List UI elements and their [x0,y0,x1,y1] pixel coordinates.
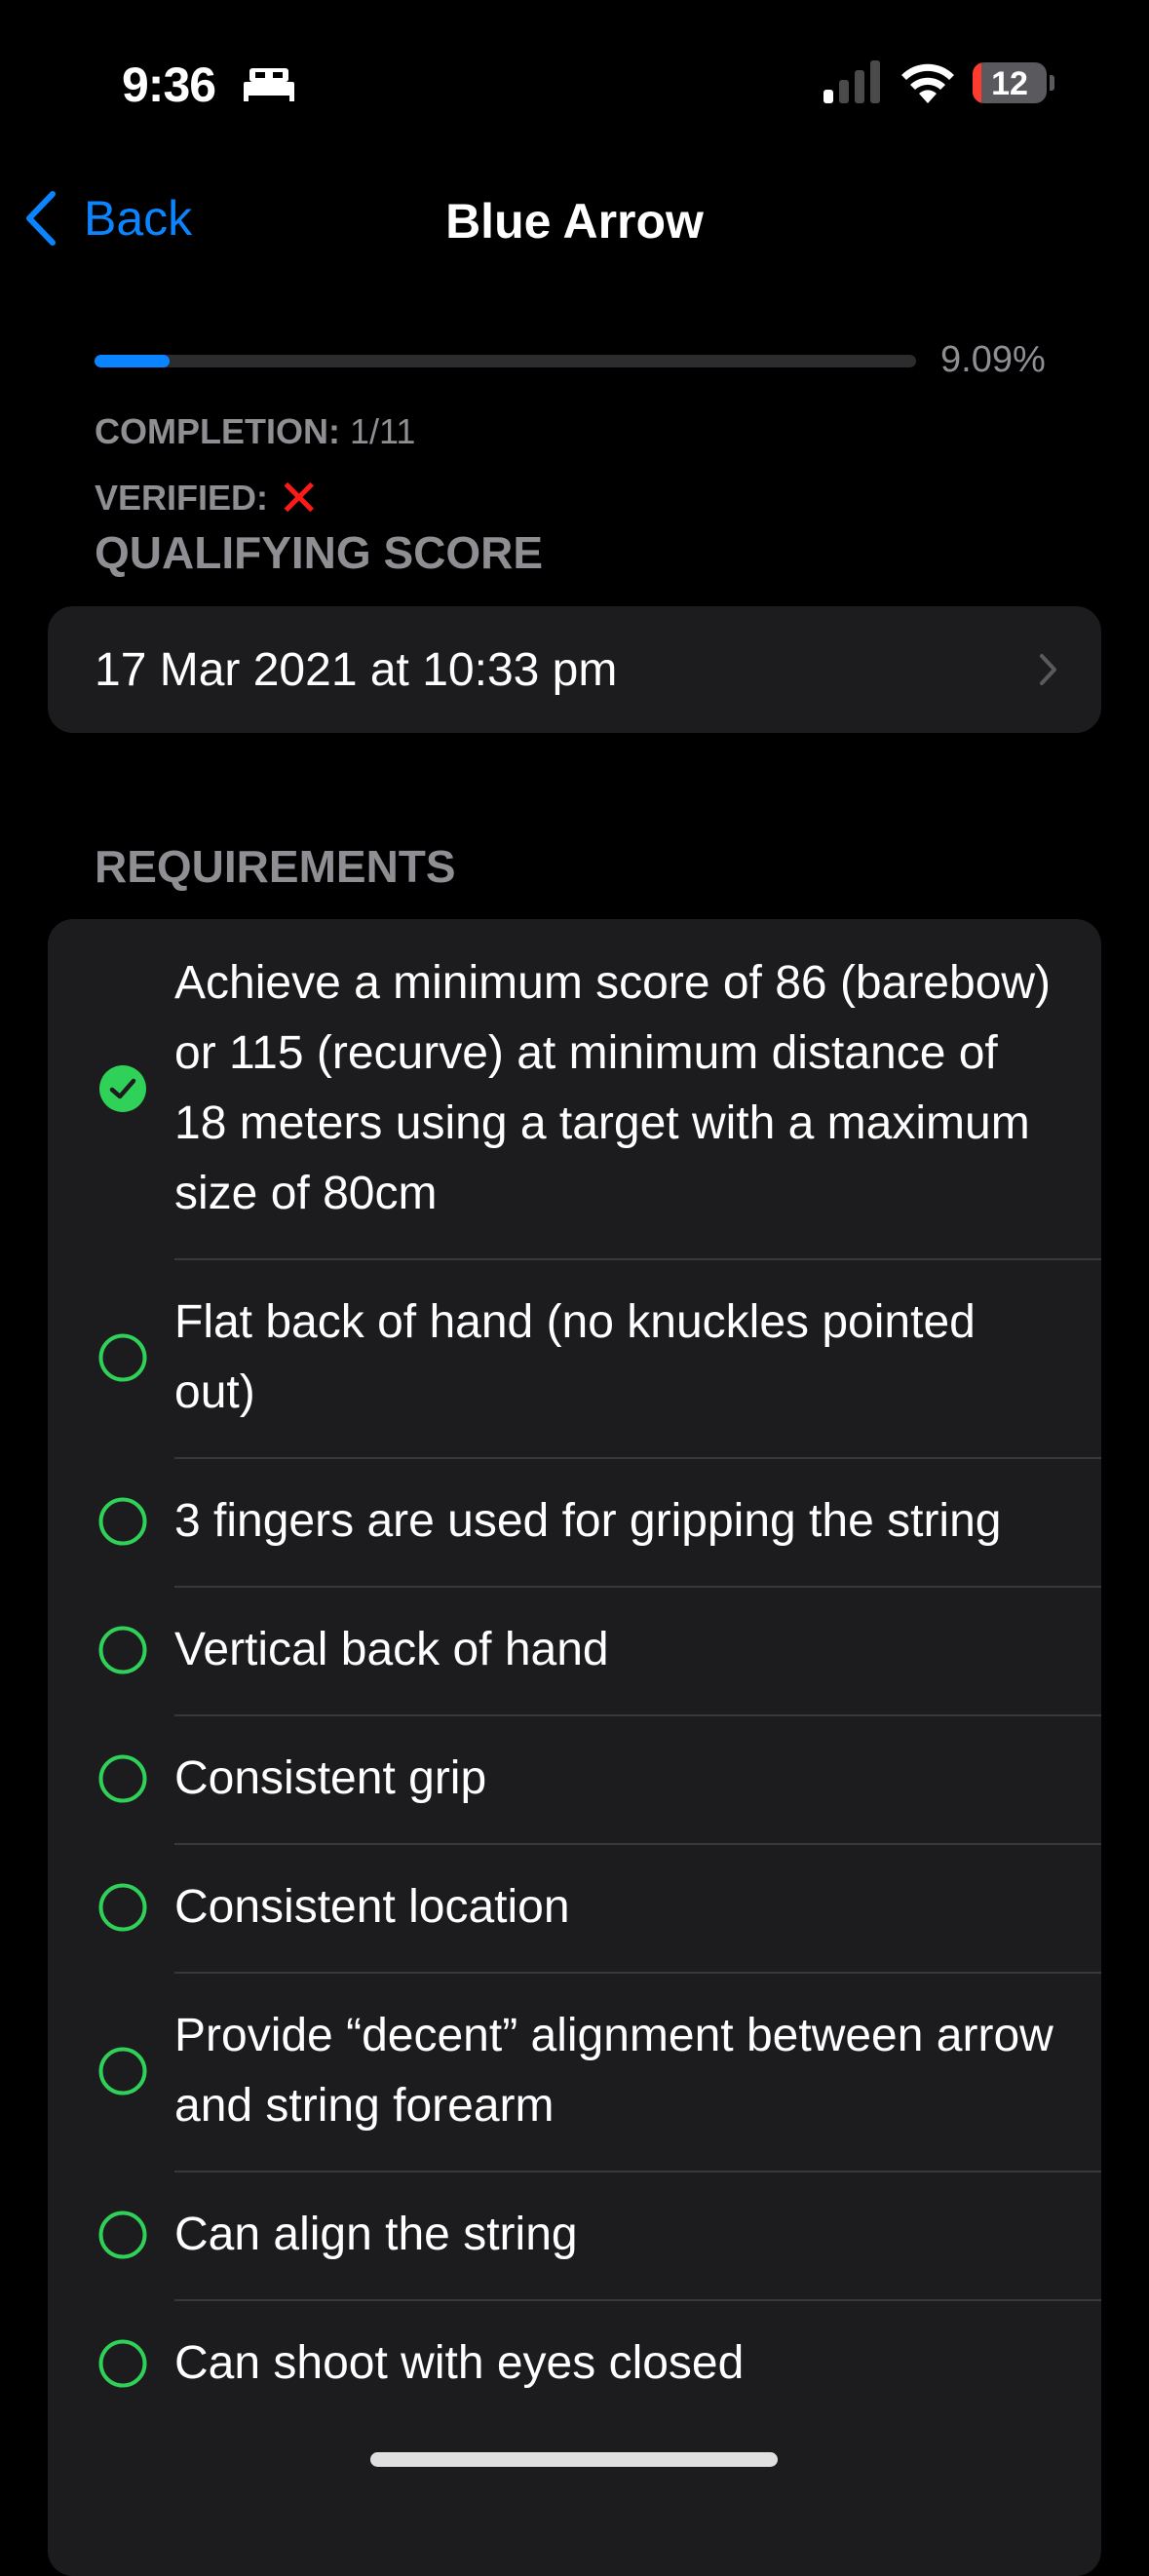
completion-label: COMPLETION: [95,411,340,451]
home-indicator[interactable] [370,2452,778,2467]
empty-circle-icon [98,1883,147,1932]
requirement-item[interactable]: Achieve a minimum score of 86 (barebow) … [48,919,1101,1258]
checkmark-circle-icon [99,1065,146,1112]
wifi-icon [901,63,954,103]
verified: VERIFIED: ✕ [95,470,321,528]
requirements-list: Achieve a minimum score of 86 (barebow) … [48,919,1101,2576]
requirement-item[interactable]: Flat back of hand (no knuckles pointed o… [48,1258,1101,1457]
requirement-item[interactable]: Vertical back of hand [48,1586,1101,1714]
empty-circle-icon [98,2047,147,2095]
requirement-text: Achieve a minimum score of 86 (barebow) … [174,957,1052,1219]
requirement-text: Can align the string [174,2209,578,2260]
requirements-header: REQUIREMENTS [95,841,456,892]
empty-circle-icon [98,1626,147,1674]
status-time: 9:36 [122,58,216,112]
cellular-signal-icon [823,60,880,103]
requirement-item[interactable]: Consistent location [48,1843,1101,1972]
progress-fill [95,355,170,367]
chevron-right-icon [1040,654,1056,685]
progress-percent: 9.09% [940,339,1046,380]
completion: COMPLETION: 1/11 [95,411,415,452]
empty-circle-icon [98,1333,147,1382]
cross-icon: ✕ [278,471,321,527]
back-label: Back [84,191,193,246]
requirement-item[interactable]: Can shoot with eyes closed [48,2299,1101,2428]
qualifying-score-date: 17 Mar 2021 at 10:33 pm [95,643,618,696]
empty-circle-icon [98,2339,147,2388]
battery-icon: 12 [973,62,1047,103]
requirement-text: Provide “decent” alignment between arrow… [174,2010,1053,2132]
battery-level: 12 [991,65,1028,102]
qualifying-score-header: QUALIFYING SCORE [95,527,544,578]
requirement-text: 3 fingers are used for gripping the stri… [174,1495,1002,1547]
requirement-text: Vertical back of hand [174,1624,609,1675]
back-button[interactable]: Back [23,190,192,247]
bed-icon [244,68,294,101]
requirement-text: Consistent grip [174,1752,487,1804]
qualifying-score-row[interactable]: 17 Mar 2021 at 10:33 pm [48,606,1101,733]
chevron-left-icon [26,191,56,246]
requirement-text: Can shoot with eyes closed [174,2337,745,2389]
requirement-item[interactable]: Provide “decent” alignment between arrow… [48,1972,1101,2171]
requirement-text: Flat back of hand (no knuckles pointed o… [174,1296,976,1418]
requirement-item[interactable]: 3 fingers are used for gripping the stri… [48,1457,1101,1586]
progress-bar [95,355,916,367]
requirement-item[interactable]: Consistent grip [48,1714,1101,1843]
empty-circle-icon [98,2211,147,2259]
battery-nub [1050,75,1054,91]
requirement-item[interactable]: Can align the string [48,2171,1101,2299]
completion-value: 1/11 [350,411,416,451]
empty-circle-icon [98,1754,147,1803]
verified-label: VERIFIED: [95,478,269,518]
requirement-text: Consistent location [174,1881,570,1933]
empty-circle-icon [98,1497,147,1546]
